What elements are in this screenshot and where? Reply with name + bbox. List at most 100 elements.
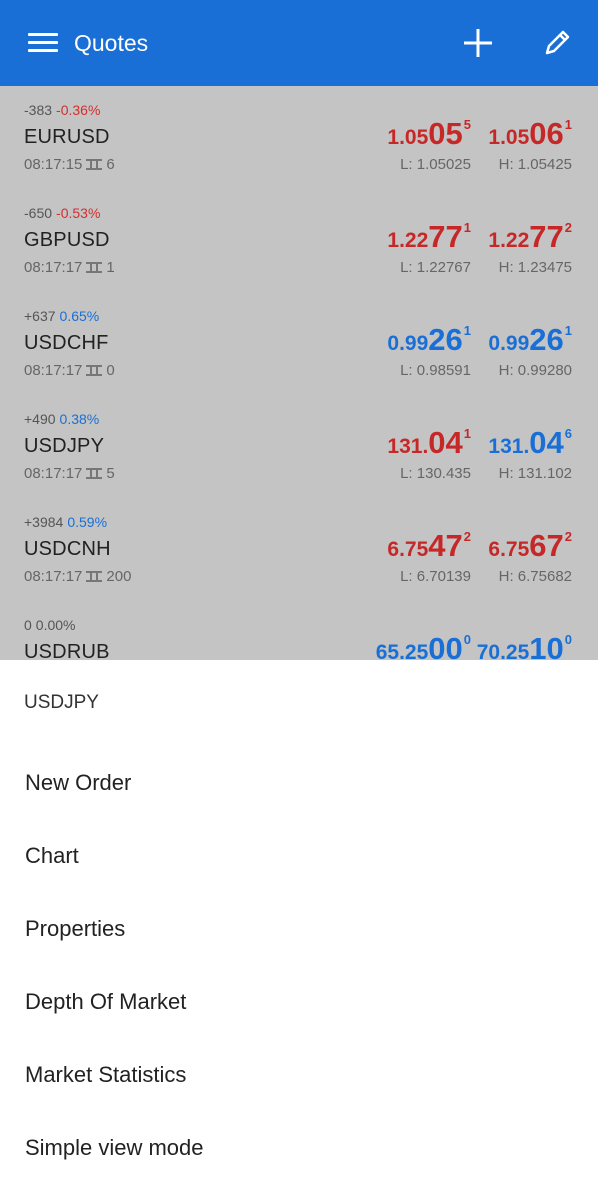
quote-row[interactable]: +490 0.38% USDJPY 08:17:17 5 131.041 131.046 L:… [0,395,598,498]
quote-time: 08:17:17 1 [24,259,115,276]
high-value: H: 1.05425 [498,156,572,173]
ask-price-pip: 2 [564,220,572,235]
ask-price-pip: 2 [564,529,572,544]
menu-icon[interactable] [28,33,58,53]
spread-icon [86,365,103,376]
edit-pencil-icon[interactable] [541,27,573,59]
change-abs: +490 [24,411,56,427]
bid-price-pip: 1 [463,426,471,441]
low-value: L: 1.22767 [400,259,471,276]
ask-price-prefix: 70.25 [476,641,530,660]
high-value: H: 0.99280 [498,362,572,379]
change-label: +637 0.65% [24,308,99,324]
change-pct: -0.36% [56,102,101,118]
ask-price-big: 04 [529,425,564,460]
ask-price-prefix: 0.99 [488,332,530,355]
ask-price-big: 06 [529,116,564,151]
change-pct: 0.38% [59,411,100,427]
change-abs: +3984 [24,514,64,530]
ask-price-big: 10 [529,631,564,660]
spread-value: 5 [106,465,115,482]
high-value: H: 1.23475 [498,259,572,276]
ask-price-big: 67 [529,528,564,563]
bid-price-big: 47 [428,528,463,563]
low-value: L: 130.435 [400,465,471,482]
bid-price-big: 26 [428,322,463,357]
menu-item-chart[interactable]: Chart [0,819,598,892]
spread-value: 1 [106,259,115,276]
ask-price-pip: 1 [564,323,572,338]
change-label: 0 0.00% [24,617,76,633]
change-abs: +637 [24,308,56,324]
ask-price: 6.75672 [488,528,572,564]
sheet-title: USDJPY [24,692,99,713]
bid-price-pip: 1 [463,323,471,338]
quote-row[interactable]: -650 -0.53% GBPUSD 08:17:17 1 1.22771 1.22772 L… [0,189,598,292]
bid-price: 6.75472 [387,528,471,564]
quote-time: 08:17:17 0 [24,362,115,379]
menu-item-depth-of-market[interactable]: Depth Of Market [0,965,598,1038]
menu-item-market-statistics[interactable]: Market Statistics [0,1038,598,1111]
symbol-name: USDCNH [24,538,111,560]
time-value: 08:17:17 [24,568,83,585]
quotes-list: -383 -0.36% EURUSD 08:17:15 6 1.05055 1.05061 L… [0,86,598,660]
bid-price-prefix: 1.22 [387,229,429,252]
change-label: +3984 0.59% [24,514,107,530]
spread-icon [86,571,103,582]
low-value: L: 1.05025 [400,156,471,173]
change-pct: 0.00% [35,617,76,633]
ask-price-big: 77 [529,219,564,254]
spread-value: 6 [106,156,115,173]
ask-price-prefix: 1.22 [488,229,530,252]
bid-price-prefix: 131. [387,435,429,458]
change-label: +490 0.38% [24,411,99,427]
quote-time: 08:17:17 5 [24,465,115,482]
context-menu-sheet: USDJPY New Order Chart Properties Depth … [0,660,598,1200]
bid-price-prefix: 6.75 [387,538,429,561]
ask-price: 70.25100 [477,631,572,660]
bid-price: 131.041 [387,425,471,461]
quote-row[interactable]: -383 -0.36% EURUSD 08:17:15 6 1.05055 1.05061 L… [0,86,598,189]
bid-price-big: 05 [428,116,463,151]
time-value: 08:17:17 [24,259,83,276]
ask-price-big: 26 [529,322,564,357]
change-abs: 0 [24,617,32,633]
symbol-name: USDJPY [24,435,105,457]
bid-price-pip: 1 [463,220,471,235]
spread-value: 200 [106,568,132,585]
ask-price-prefix: 131. [488,435,530,458]
bid-price-big: 04 [428,425,463,460]
symbol-name: GBPUSD [24,229,110,251]
bid-price-prefix: 1.05 [387,126,429,149]
quote-row[interactable]: +637 0.65% USDCHF 08:17:17 0 0.99261 0.99261 L:… [0,292,598,395]
bid-price-big: 77 [428,219,463,254]
ask-price-pip: 6 [564,426,572,441]
bid-price-pip: 0 [463,632,471,647]
ask-price-pip: 0 [564,632,572,647]
app-bar: Quotes [0,0,598,86]
time-value: 08:17:15 [24,156,83,173]
bid-price: 1.05055 [387,116,471,152]
bid-price-pip: 5 [463,117,471,132]
menu-item-new-order[interactable]: New Order [0,746,598,819]
quote-row[interactable]: +3984 0.59% USDCNH 08:17:17 200 6.75472 6.7567… [0,498,598,601]
change-abs: -383 [24,102,53,118]
ask-price: 131.046 [488,425,572,461]
spread-icon [86,468,103,479]
add-symbol-icon[interactable] [462,27,494,59]
bid-price-pip: 2 [463,529,471,544]
time-value: 08:17:17 [24,465,83,482]
high-value: H: 6.75682 [498,568,572,585]
symbol-name: EURUSD [24,126,110,148]
change-pct: -0.53% [56,205,101,221]
change-pct: 0.59% [67,514,108,530]
menu-item-properties[interactable]: Properties [0,892,598,965]
quote-time: 08:17:17 200 [24,568,131,585]
spread-value: 0 [106,362,115,379]
menu-item-simple-view-mode[interactable]: Simple view mode [0,1111,598,1184]
spread-icon [86,262,103,273]
bid-price: 65.25000 [376,631,471,660]
quote-row[interactable]: 0 0.00% USDRUB 65.25000 70.25100 [0,601,598,660]
spread-icon [86,159,103,170]
high-value: H: 131.102 [498,465,572,482]
